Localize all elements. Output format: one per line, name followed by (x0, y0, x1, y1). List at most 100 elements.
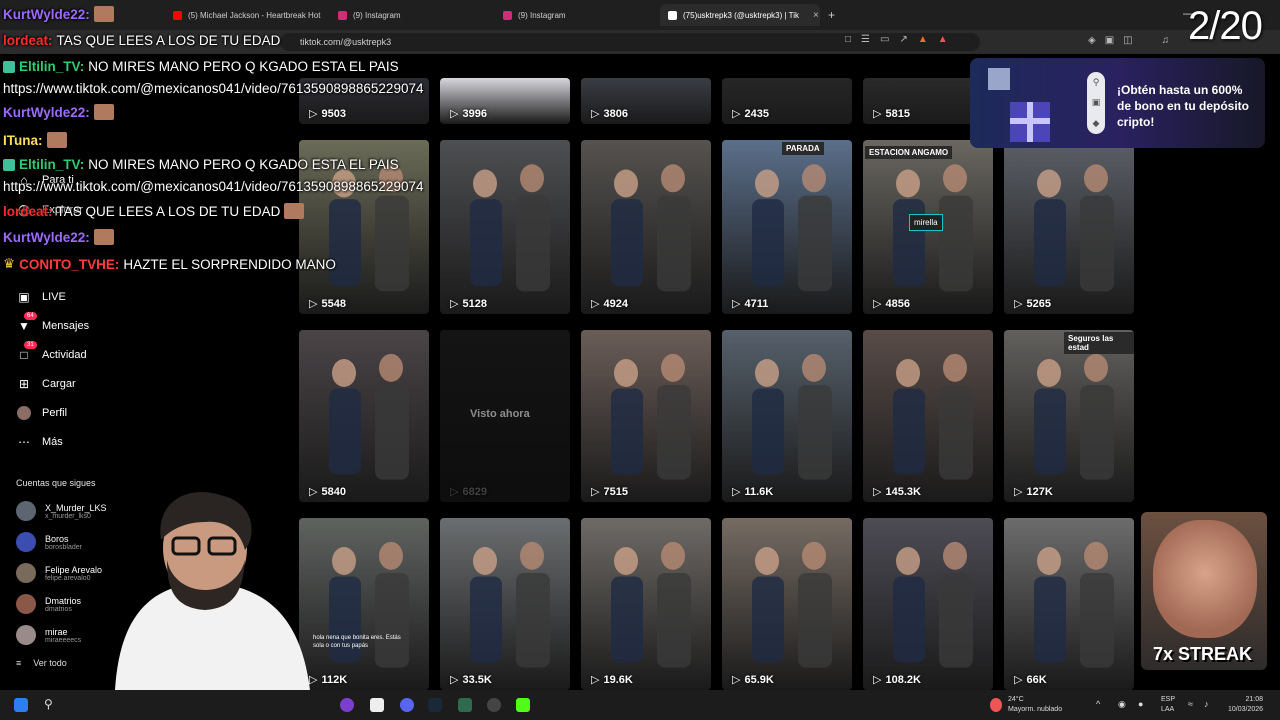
view-count-value: 65.9K (744, 673, 774, 686)
chat-badge-icon (3, 60, 15, 73)
avatar (16, 594, 36, 614)
play-icon: ▷ (450, 298, 459, 310)
file-icon[interactable] (370, 698, 384, 712)
video-tile[interactable]: ▷ 4924 (581, 140, 711, 314)
crypto-ad-banner[interactable]: ⚲ ▣ ◆ ¡Obtén hasta un 600% de bono en tu… (970, 58, 1265, 148)
discord-icon[interactable] (400, 698, 414, 712)
video-tile[interactable]: ▷ 4856 mirella ESTACION ANGAMO (863, 140, 993, 314)
music-icon[interactable]: ♫ (1162, 35, 1170, 46)
search-icon[interactable]: ⚲ (44, 697, 58, 711)
following-title: Cuentas que sigues (16, 478, 96, 488)
weather-icon[interactable] (990, 698, 1002, 712)
browser-tab-instagram-2[interactable]: (9) Instagram (495, 4, 655, 26)
play-icon: ▷ (732, 674, 741, 686)
share-icon[interactable]: ↗ (899, 34, 907, 45)
volume-icon[interactable]: ♪ (1204, 699, 1209, 709)
chat-text: TAS QUE LEES A LOS DE TU EDAD (56, 203, 281, 219)
video-tile[interactable]: ▷ 5128 (440, 140, 570, 314)
video-tile[interactable]: ▷ 65.9K (722, 518, 852, 690)
play-icon: ▷ (732, 486, 741, 498)
play-icon: ▷ (591, 674, 600, 686)
nav-more[interactable]: ⋯ Más (16, 434, 63, 450)
play-icon: ▷ (873, 674, 882, 686)
view-count: ▷ 5548 (309, 297, 346, 311)
search-icon: ⚲ (1092, 76, 1100, 87)
no-cam-icon[interactable]: □ (845, 34, 851, 45)
clock[interactable]: 21:08 10/03/2026 (1228, 695, 1263, 715)
video-thumbnail-image (893, 541, 973, 668)
app-icon[interactable] (340, 698, 354, 712)
nav-upload[interactable]: ⊞ Cargar (16, 376, 76, 392)
browser-tab-strip: (5) Michael Jackson - Heartbreak Hot (9)… (0, 0, 1280, 30)
shield-icon[interactable]: ▲ (918, 34, 928, 45)
tray-chevron-icon[interactable]: ^ (1096, 699, 1100, 709)
mic-icon[interactable]: ● (1138, 699, 1143, 709)
video-tile[interactable]: ▷ 11.6K (722, 330, 852, 502)
video-tile[interactable]: ▷ 5840 (299, 330, 429, 502)
avatar (16, 532, 36, 552)
streak-widget: 7x STREAK (1141, 512, 1267, 670)
video-tile[interactable]: ▷ 145.3K (863, 330, 993, 502)
obs-icon[interactable] (487, 698, 501, 712)
play-icon: ▷ (873, 108, 882, 120)
language-indicator[interactable]: ESP LAA (1161, 695, 1175, 715)
chat-text: HAZTE EL SORPRENDIDO MANO (123, 256, 336, 272)
browser-tab-tiktok[interactable]: (75)usktrepk3 (@usktrepk3) | Tik × (660, 4, 820, 26)
extension-icon[interactable]: ◈ (1088, 35, 1096, 46)
play-icon: ▷ (732, 298, 741, 310)
clock-date: 10/03/2026 (1228, 706, 1264, 713)
video-tile[interactable]: ▷ 2435 (722, 78, 852, 124)
video-tile[interactable]: ▷ 127K Seguros las estad (1004, 330, 1134, 502)
weather-widget[interactable]: 24°C Mayorm. nublado (1008, 695, 1062, 715)
chat-badge-icon (3, 158, 15, 171)
steam-icon[interactable] (428, 698, 442, 712)
install-icon[interactable]: ▭ (880, 34, 889, 45)
chat-username: Eltilin_TV: (19, 157, 85, 172)
chat-text: TAS QUE LEES A LOS DE TU EDAD (56, 33, 281, 48)
view-count: ▷ 33.5K (450, 673, 492, 687)
translate-icon[interactable]: ☰ (861, 34, 870, 45)
following-item[interactable]: mirae miraeeeecs (16, 625, 81, 645)
nav-label: Perfil (42, 407, 68, 419)
video-tile[interactable]: ▷ 3806 (581, 78, 711, 124)
following-item[interactable]: Dmatrios dmatrios (16, 594, 81, 614)
view-count-value: 112K (321, 673, 348, 686)
video-tile[interactable]: ▷ 66K (1004, 518, 1134, 690)
profile-icon (16, 405, 32, 421)
thumbnail-sign-text: ESTACION ANGAMO (865, 146, 953, 159)
video-tile[interactable]: ▷ 6829 Visto ahora (440, 330, 570, 502)
following-item[interactable]: Felipe Arevalo felipe.arevalo0 (16, 563, 102, 583)
sidebar-icon[interactable]: ◫ (1123, 35, 1132, 46)
nav-activity[interactable]: □ 31 Actividad (16, 341, 87, 363)
network-icon[interactable]: ◉ (1118, 699, 1126, 709)
rewards-icon[interactable]: ▲ (938, 34, 948, 45)
video-tile[interactable]: ▷ 3996 (440, 78, 570, 124)
video-tile[interactable]: ▷ 7515 (581, 330, 711, 502)
nav-live[interactable]: ▣ LIVE (16, 289, 66, 305)
windows-start-icon[interactable] (14, 698, 28, 712)
video-tile[interactable]: ▷ 19.6K (581, 518, 711, 690)
video-tile[interactable]: ▷ 4711 PARADA (722, 140, 852, 314)
browser-tab-youtube[interactable]: (5) Michael Jackson - Heartbreak Hot (165, 4, 325, 26)
video-thumbnail-image (611, 164, 691, 292)
puzzle-icon[interactable]: ▣ (1105, 35, 1114, 46)
kick-icon[interactable] (516, 698, 530, 712)
app-icon[interactable] (458, 698, 472, 712)
nav-messages[interactable]: ▼ 64 Mensajes (16, 312, 89, 334)
close-tab-icon[interactable]: × (813, 10, 819, 21)
following-item[interactable]: X_Murder_LKS x_murder_lks0 (16, 501, 107, 521)
video-tile[interactable]: ▷ 108.2K (863, 518, 993, 690)
messages-icon: ▼ 64 (16, 312, 37, 334)
video-tile[interactable]: ▷ 5265 (1004, 140, 1134, 314)
new-tab-button[interactable]: + (828, 8, 835, 22)
chat-message: Eltilin_TV: NO MIRES MANO PERO Q KGADO ES… (3, 59, 399, 74)
view-count-value: 19.6K (603, 673, 633, 686)
nav-profile[interactable]: Perfil (16, 405, 67, 421)
following-item[interactable]: Boros borosblader (16, 532, 82, 552)
chat-username: lordeat: (3, 203, 53, 219)
chat-emote-image (93, 6, 114, 22)
browser-tab-instagram-1[interactable]: (9) Instagram (330, 4, 490, 26)
video-tile[interactable]: ▷ 33.5K (440, 518, 570, 690)
see-all-link[interactable]: ≡ Ver todo (16, 658, 67, 668)
wifi-icon[interactable]: ≈ (1188, 699, 1193, 709)
